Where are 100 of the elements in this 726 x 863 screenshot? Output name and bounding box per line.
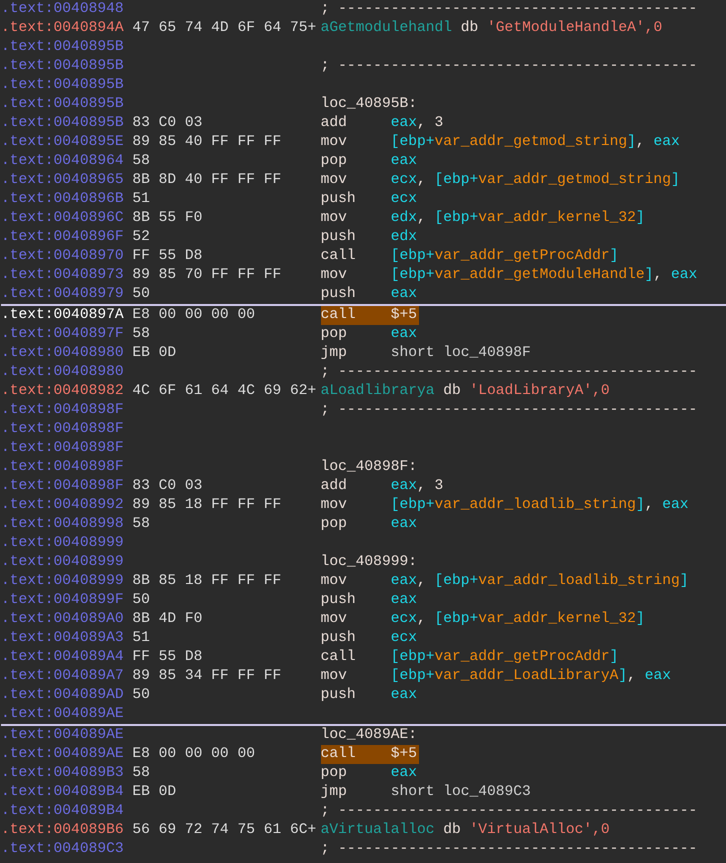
register-operand: [ebp+ <box>390 649 434 665</box>
variable-operand: var_addr_LoadLibraryA <box>434 668 618 684</box>
instruction-mnemonic: pop <box>320 765 347 781</box>
separator-comment: ; ----------------------------------------- <box>320 802 698 821</box>
register-operand: ] <box>636 611 645 627</box>
register-operand: eax <box>390 765 417 781</box>
register-operand: eax <box>390 573 417 589</box>
address-label: .text:004089C3 <box>1 840 125 859</box>
instruction-mnemonic: call <box>320 649 356 665</box>
address-label: .text:004089A4 <box>1 648 125 667</box>
register-operand: eax <box>390 326 417 342</box>
operand-text: , <box>627 668 637 684</box>
byte-codes: 52 <box>132 229 150 245</box>
register-operand: ] <box>610 649 618 665</box>
address-label: .text:004089AE <box>1 745 125 764</box>
address-label: .text:0040896C <box>1 209 125 228</box>
address-label: .text:004089AE <box>1 705 125 724</box>
operand-text: , <box>416 573 427 589</box>
code-label: loc_40895B: <box>320 95 417 114</box>
byte-codes: 58 <box>132 326 150 342</box>
operand-text: , 3 <box>416 478 444 494</box>
operand-text: , <box>416 210 427 226</box>
address-label: .text:00408980 <box>1 363 125 382</box>
address-label: .text:0040894A <box>1 19 125 38</box>
address-label: .text:0040898F <box>1 477 125 496</box>
instruction-mnemonic: push <box>320 630 356 646</box>
variable-operand: var_addr_loadlib_string <box>478 573 680 589</box>
code-label: loc_40898F: <box>320 458 417 477</box>
address-label: .text:0040895B <box>1 114 125 133</box>
address-label: .text:00408948 <box>1 0 125 19</box>
byte-codes: 8B 4D F0 <box>132 611 202 627</box>
register-operand: eax <box>390 687 417 703</box>
data-label: aVirtualalloc <box>320 821 434 840</box>
address-label: .text:004089AD <box>1 686 125 705</box>
separator-comment: ; ----------------------------------------- <box>320 0 698 19</box>
byte-codes: E8 00 00 00 00 <box>132 746 255 762</box>
address-label: .text:004089B4 <box>1 783 125 802</box>
register-operand: ] <box>670 172 680 188</box>
address-label: .text:0040896F <box>1 228 125 247</box>
register-operand: ] <box>618 668 628 684</box>
byte-codes: 89 85 70 FF FF FF <box>132 267 282 283</box>
operand-text: db <box>442 382 462 401</box>
address-label: .text:0040897F <box>1 325 125 344</box>
address-label: .text:004089A3 <box>1 629 125 648</box>
separator-comment: ; ----------------------------------------- <box>320 840 698 859</box>
address-label: .text:00408973 <box>1 266 125 285</box>
byte-codes: 58 <box>132 153 150 169</box>
address-label: .text:00408999 <box>1 534 125 553</box>
byte-codes: FF 55 D8 <box>132 248 202 264</box>
address-label: .text:00408965 <box>1 171 125 190</box>
address-label: .text:00408982 <box>1 382 125 401</box>
instruction-mnemonic: mov <box>320 134 347 150</box>
register-operand: ecx <box>390 611 417 627</box>
instruction-mnemonic: call <box>320 307 356 323</box>
address-label: .text:004089AE <box>1 726 125 745</box>
string-literal: 'VirtualAlloc',0 <box>470 821 610 840</box>
register-operand: ] <box>610 248 618 264</box>
operand-text: db <box>460 19 480 38</box>
address-label: .text:0040898F <box>1 420 125 439</box>
address-label: .text:00408999 <box>1 572 125 591</box>
register-operand: ecx <box>390 630 417 646</box>
address-label: .text:0040895B <box>1 76 125 95</box>
instruction-mnemonic: mov <box>320 668 347 684</box>
variable-operand: var_addr_getProcAddr <box>434 248 610 264</box>
address-label: .text:0040898F <box>1 439 125 458</box>
address-label: .text:0040898F <box>1 458 125 477</box>
address-label: .text:00408999 <box>1 553 125 572</box>
instruction-mnemonic: mov <box>320 267 347 283</box>
string-literal: 'GetModuleHandleA',0 <box>487 19 662 38</box>
instruction-mnemonic: push <box>320 191 356 207</box>
byte-codes: FF 55 D8 <box>132 649 202 665</box>
jump-target: short loc_40898F <box>390 345 531 361</box>
instruction-mnemonic: call <box>320 248 356 264</box>
separator-comment: ; ----------------------------------------- <box>320 401 698 420</box>
byte-codes: 8B 8D 40 FF FF FF <box>132 172 282 188</box>
operand-text: $+5 <box>390 307 417 323</box>
register-operand: eax <box>653 134 680 150</box>
register-operand: eax <box>662 497 688 513</box>
variable-operand: var_addr_getProcAddr <box>434 649 610 665</box>
byte-codes: 58 <box>132 765 150 781</box>
byte-codes: 8B 85 18 FF FF FF <box>132 573 282 589</box>
operand-text: $+5 <box>390 746 417 762</box>
variable-operand: var_addr_getmod_string <box>478 172 671 188</box>
instruction-mnemonic: jmp <box>320 784 347 800</box>
register-operand: ] <box>636 210 645 226</box>
address-label: .text:00408992 <box>1 496 125 515</box>
byte-codes: 83 C0 03 <box>132 115 202 131</box>
string-literal: 'LoadLibraryA',0 <box>470 382 610 401</box>
address-label: .text:0040895B <box>1 38 125 57</box>
register-operand: eax <box>390 592 417 608</box>
variable-operand: var_addr_kernel_32 <box>478 611 636 627</box>
register-operand: [ebp+ <box>390 668 434 684</box>
register-operand: eax <box>670 267 698 283</box>
separator-comment: ; ----------------------------------------- <box>320 57 698 76</box>
instruction-mnemonic: mov <box>320 497 347 513</box>
separator-comment: ; ----------------------------------------- <box>320 363 698 382</box>
byte-codes: EB 0D <box>132 784 176 800</box>
instruction-mnemonic: mov <box>320 172 347 188</box>
variable-operand: var_addr_loadlib_string <box>434 497 636 513</box>
jump-target: short loc_4089C3 <box>390 784 531 800</box>
